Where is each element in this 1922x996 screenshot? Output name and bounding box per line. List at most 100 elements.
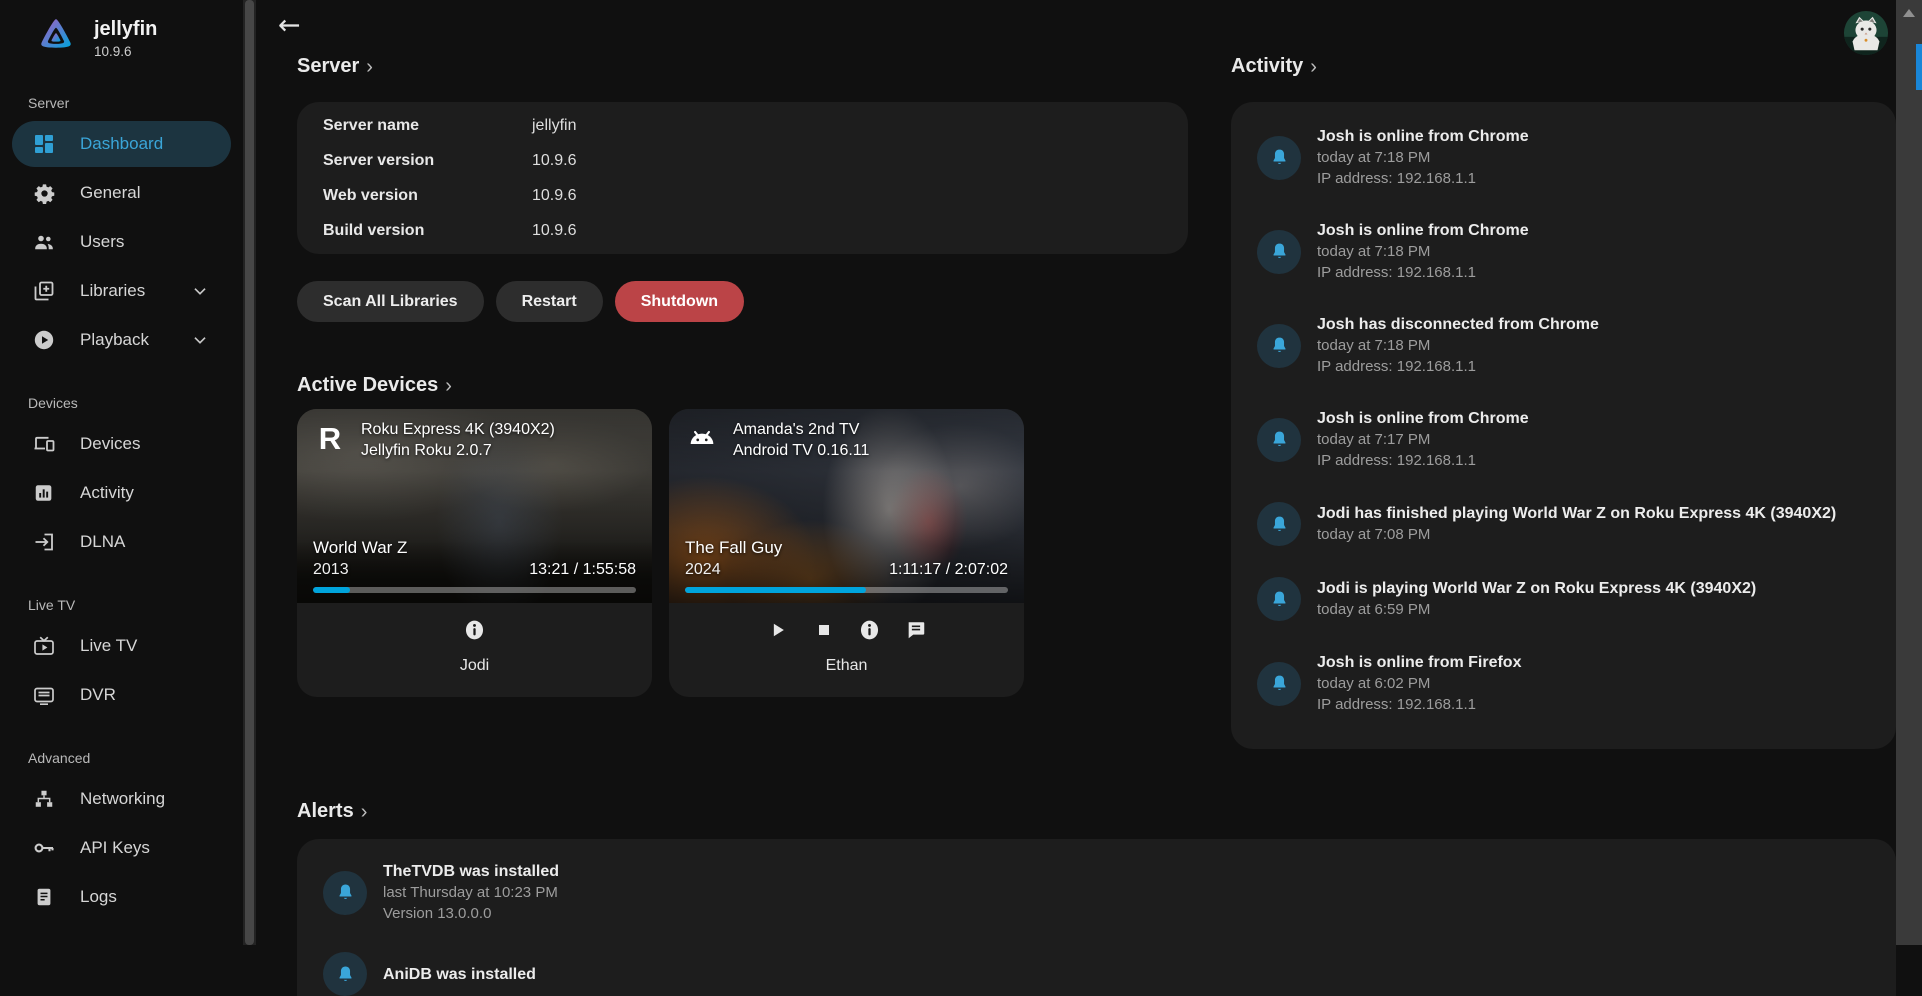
play-icon [768, 620, 788, 643]
sidebar-item-activity[interactable]: Activity [12, 470, 231, 516]
restart-button[interactable]: Restart [496, 281, 603, 322]
users-icon [32, 230, 56, 254]
now-playing-info: The Fall Guy 2024 1:11:17 / 2:07:02 [685, 537, 1008, 593]
media-title: The Fall Guy [685, 537, 782, 559]
server-info-row: Web version 10.9.6 [323, 178, 1162, 213]
server-info-value: jellyfin [532, 117, 576, 135]
scan-all-libraries-button[interactable]: Scan All Libraries [297, 281, 484, 322]
sidebar-item-general[interactable]: General [12, 170, 231, 216]
activity-entry-title: Josh is online from Chrome [1317, 408, 1529, 429]
sidebar-item-apikeys[interactable]: API Keys [12, 825, 231, 871]
activity-entry: Josh is online from Firefox today at 6:0… [1257, 652, 1870, 715]
sidebar-section: Advanced Networking API Keys [0, 750, 243, 920]
playback-icon [32, 328, 56, 352]
server-info-label: Server version [323, 152, 532, 170]
active-devices-heading[interactable]: Active Devices [297, 371, 1188, 399]
activity-icon [32, 481, 56, 505]
message-button[interactable] [902, 618, 930, 645]
bell-avatar [1257, 136, 1301, 180]
alerts-section: Alerts TheTVDB was installed last Thurs [297, 797, 1896, 996]
stop-button[interactable] [810, 618, 838, 645]
sidebar-item-libraries[interactable]: Libraries [12, 268, 231, 314]
device-card-android[interactable]: Amanda's 2nd TV Android TV 0.16.11 The F… [669, 409, 1024, 697]
active-devices-row: R Roku Express 4K (3940X2) Jellyfin Roku… [297, 409, 1188, 697]
activity-section-heading[interactable]: Activity [1231, 52, 1896, 80]
activity-entry: Josh is online from Chrome today at 7:18… [1257, 220, 1870, 283]
play-button[interactable] [764, 618, 792, 645]
playback-progress [685, 587, 1008, 593]
activity-entry-time: today at 6:59 PM [1317, 599, 1756, 620]
user-avatar-button[interactable] [1843, 10, 1889, 56]
alert-entry-time: last Thursday at 10:23 PM [383, 882, 559, 903]
sidebar-item-livetv[interactable]: Live TV [12, 623, 231, 669]
chevron-down-icon [189, 329, 211, 351]
playback-progress-fill [685, 587, 866, 593]
sidebar-item-devices[interactable]: Devices [12, 421, 231, 467]
device-app-version: Jellyfin Roku 2.0.7 [361, 440, 555, 461]
sidebar-section-label: Server [28, 95, 243, 111]
sidebar-item-dvr[interactable]: DVR [12, 672, 231, 718]
activity-entry-time: today at 6:02 PM [1317, 673, 1521, 694]
roku-icon: R [311, 419, 349, 457]
scrollbar-up-arrow-icon[interactable] [1903, 9, 1915, 17]
info-icon [857, 617, 882, 646]
server-info-value: 10.9.6 [532, 152, 576, 170]
device-user-name: Jodi [460, 657, 489, 675]
playback-time: 13:21 / 1:55:58 [529, 559, 636, 580]
bell-avatar [1257, 418, 1301, 462]
livetv-icon [32, 634, 56, 658]
activity-entry: Jodi is playing World War Z on Roku Expr… [1257, 577, 1870, 621]
server-info-card: Server name jellyfin Server version 10.9… [297, 102, 1188, 254]
device-client-name: Roku Express 4K (3940X2) [361, 419, 555, 440]
app-title: jellyfin [94, 18, 157, 41]
activity-entry-title: Jodi is playing World War Z on Roku Expr… [1317, 578, 1756, 599]
sidebar-section-label: Advanced [28, 750, 243, 766]
sidebar-section: Devices Devices Activity DLN [0, 395, 243, 565]
back-button[interactable]: ← [278, 12, 301, 39]
server-info-row: Server name jellyfin [323, 108, 1162, 143]
page-scrollbar[interactable] [1896, 0, 1922, 945]
device-header: Amanda's 2nd TV Android TV 0.16.11 [683, 419, 1014, 461]
activity-entry-ip: IP address: 192.168.1.1 [1317, 694, 1521, 715]
alert-entry: TheTVDB was installed last Thursday at 1… [323, 861, 1870, 924]
sidebar-item-networking[interactable]: Networking [12, 776, 231, 822]
page-scrollbar-thumb[interactable] [1916, 44, 1922, 90]
sidebar-item-dashboard[interactable]: Dashboard [12, 121, 231, 167]
info-button[interactable] [461, 618, 489, 645]
sidebar-nav: Server Dashboard General Use [0, 95, 243, 920]
dvr-icon [32, 683, 56, 707]
jellyfin-logo-icon [34, 14, 78, 63]
server-section-heading[interactable]: Server [297, 52, 1188, 80]
sidebar: jellyfin 10.9.6 Server Dashboard General [0, 0, 243, 945]
bell-icon [1269, 589, 1290, 610]
sidebar-item-logs[interactable]: Logs [12, 874, 231, 920]
sidebar-item-dlna[interactable]: DLNA [12, 519, 231, 565]
sidebar-section-label: Devices [28, 395, 243, 411]
shutdown-button[interactable]: Shutdown [615, 281, 744, 322]
sidebar-scrollbar[interactable] [243, 0, 256, 945]
device-header: R Roku Express 4K (3940X2) Jellyfin Roku… [311, 419, 642, 461]
activity-column: Activity Josh is online from [1231, 52, 1896, 749]
alerts-section-heading[interactable]: Alerts [297, 797, 1896, 825]
activity-entry: Jodi has finished playing World War Z on… [1257, 502, 1870, 546]
info-button[interactable] [856, 618, 884, 645]
bell-avatar [323, 952, 367, 996]
activity-entry: Josh has disconnected from Chrome today … [1257, 314, 1870, 377]
android-icon [683, 419, 721, 457]
sidebar-item-users[interactable]: Users [12, 219, 231, 265]
activity-entry: Josh is online from Chrome today at 7:17… [1257, 408, 1870, 471]
device-controls-area: Jodi [297, 603, 652, 697]
sidebar-item-playback[interactable]: Playback [12, 317, 231, 363]
activity-entry-time: today at 7:18 PM [1317, 147, 1529, 168]
dashboard-icon [32, 132, 56, 156]
gear-icon [32, 181, 56, 205]
device-user-name: Ethan [826, 657, 868, 675]
activity-entry-title: Josh is online from Chrome [1317, 126, 1529, 147]
devices-icon [32, 432, 56, 456]
sidebar-scrollbar-thumb[interactable] [245, 0, 254, 945]
chevron-down-icon [189, 280, 211, 302]
media-year: 2013 [313, 559, 407, 580]
bell-avatar [323, 871, 367, 915]
device-card-roku[interactable]: R Roku Express 4K (3940X2) Jellyfin Roku… [297, 409, 652, 697]
dashboard-left-column: Server Server name jellyfin Server versi… [297, 52, 1188, 697]
